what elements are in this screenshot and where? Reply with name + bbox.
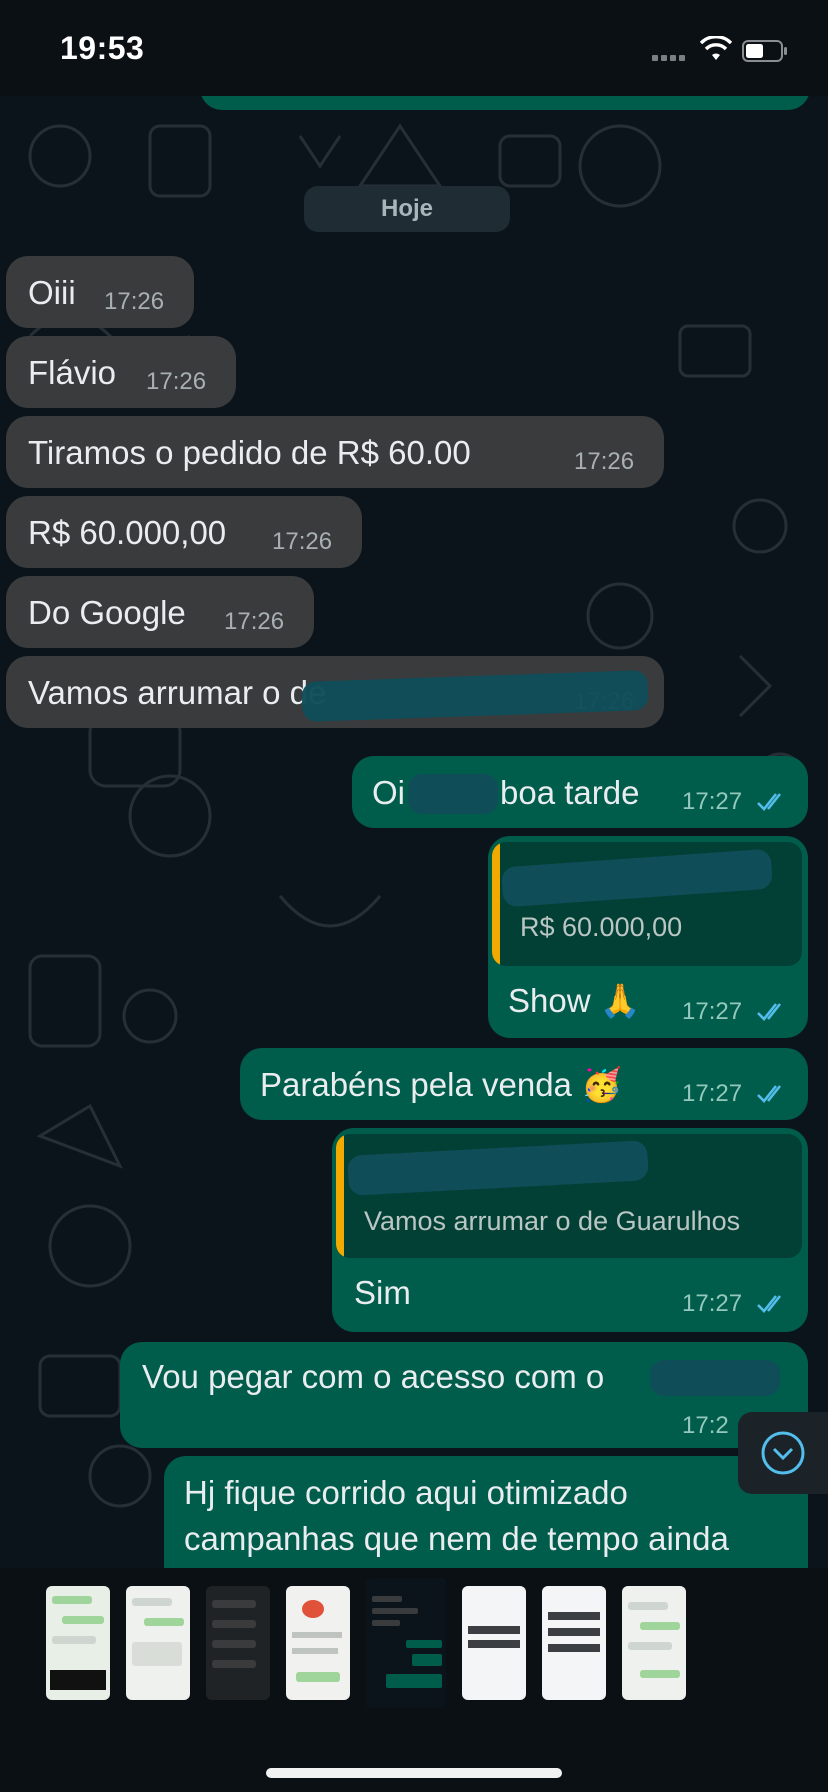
- message-time: 17:26: [104, 288, 165, 315]
- message-text: Show 🙏: [508, 982, 641, 1019]
- status-bar: 19:53: [0, 0, 828, 96]
- previous-message-bubble: [200, 96, 810, 110]
- quoted-text: R$ 60.000,00: [520, 912, 683, 942]
- chat-conversation[interactable]: Hoje Oiii 17:26 Flávio 17:26 Tiramos o p…: [0, 96, 828, 1568]
- message-bubble-outgoing[interactable]: Vou pegar com o acesso com o 17:2: [120, 1342, 808, 1448]
- media-thumbnail-strip: [0, 1568, 828, 1792]
- message-time: 17:27: [682, 788, 743, 815]
- redaction-mark: [500, 848, 774, 908]
- message-bubble-incoming[interactable]: Tiramos o pedido de R$ 60.00 17:26: [6, 416, 664, 488]
- message-text: Parabéns pela venda 🥳: [260, 1066, 623, 1103]
- message-time: 17:27: [682, 998, 743, 1025]
- message-bubble-outgoing[interactable]: Hj fique corrido aqui otimizado campanha…: [164, 1456, 808, 1568]
- quoted-text: Vamos arrumar o de Guarulhos: [364, 1206, 741, 1236]
- thumbnail[interactable]: [542, 1586, 606, 1700]
- thumbnail-selected[interactable]: [366, 1578, 446, 1708]
- quote-accent-bar: [336, 1134, 344, 1258]
- message-text: campanhas que nem de tempo ainda: [184, 1520, 729, 1557]
- thumbnail[interactable]: [462, 1586, 526, 1700]
- message-text: Sim: [354, 1274, 411, 1311]
- quoted-message[interactable]: R$ 60.000,00: [492, 842, 802, 966]
- message-time: 17:26: [272, 528, 333, 555]
- redaction-mark: [347, 1140, 649, 1196]
- message-text: Flávio: [28, 354, 117, 391]
- message-bubble-incoming[interactable]: Vamos arrumar o de 17:26: [6, 656, 664, 728]
- quoted-message[interactable]: Vamos arrumar o de Guarulhos: [336, 1134, 802, 1258]
- thumbnail[interactable]: [622, 1586, 686, 1700]
- message-time: 17:2: [682, 1412, 729, 1439]
- double-check-icon: [757, 1295, 782, 1313]
- wifi-icon: [700, 36, 732, 60]
- message-bubble-outgoing-reply[interactable]: R$ 60.000,00 Show 🙏 17:27: [488, 836, 808, 1038]
- double-check-icon: [757, 793, 782, 811]
- message-text: Oiii: [28, 274, 76, 311]
- message-text: Tiramos o pedido de R$ 60.00: [28, 434, 471, 471]
- message-bubble-outgoing[interactable]: Oi boa tarde 17:27: [352, 756, 808, 828]
- battery-icon: [742, 40, 787, 62]
- message-text: Oi: [372, 774, 405, 811]
- thumbnail[interactable]: [286, 1586, 350, 1700]
- message-time: 17:27: [682, 1290, 743, 1317]
- message-bubble-incoming[interactable]: R$ 60.000,00 17:26: [6, 496, 362, 568]
- message-time: 17:26: [574, 448, 635, 475]
- message-bubble-incoming[interactable]: Do Google 17:26: [6, 576, 314, 648]
- chevron-down-circle-icon: [761, 1431, 805, 1475]
- signal-icon: [652, 48, 692, 61]
- message-time: 17:27: [682, 1080, 743, 1107]
- redaction-mark: [408, 774, 498, 814]
- message-bubble-incoming[interactable]: Oiii 17:26: [6, 256, 194, 328]
- message-text: Vou pegar com o acesso com o: [142, 1358, 605, 1395]
- message-text: Hj fique corrido aqui otimizado: [184, 1474, 628, 1511]
- redaction-mark: [650, 1360, 780, 1396]
- message-time: 17:26: [224, 608, 285, 635]
- double-check-icon: [757, 1003, 782, 1021]
- message-bubble-outgoing[interactable]: Parabéns pela venda 🥳 17:27: [240, 1048, 808, 1120]
- message-text: R$ 60.000,00: [28, 514, 227, 551]
- message-text: Do Google: [28, 594, 186, 631]
- message-bubble-outgoing-reply[interactable]: Vamos arrumar o de Guarulhos Sim 17:27: [332, 1128, 808, 1332]
- message-bubble-incoming[interactable]: Flávio 17:26: [6, 336, 236, 408]
- message-text: boa tarde: [500, 774, 640, 811]
- double-check-icon: [757, 1085, 782, 1103]
- message-text: Vamos arrumar o de: [28, 674, 327, 711]
- date-separator: Hoje: [304, 186, 510, 232]
- status-time: 19:53: [60, 30, 145, 66]
- scroll-to-bottom-button[interactable]: [738, 1412, 828, 1494]
- message-time: 17:26: [146, 368, 207, 395]
- thumbnail[interactable]: [206, 1586, 270, 1700]
- home-indicator[interactable]: [266, 1768, 562, 1778]
- thumbnail[interactable]: [126, 1586, 190, 1700]
- thumbnail[interactable]: [46, 1586, 110, 1700]
- quote-accent-bar: [492, 842, 500, 966]
